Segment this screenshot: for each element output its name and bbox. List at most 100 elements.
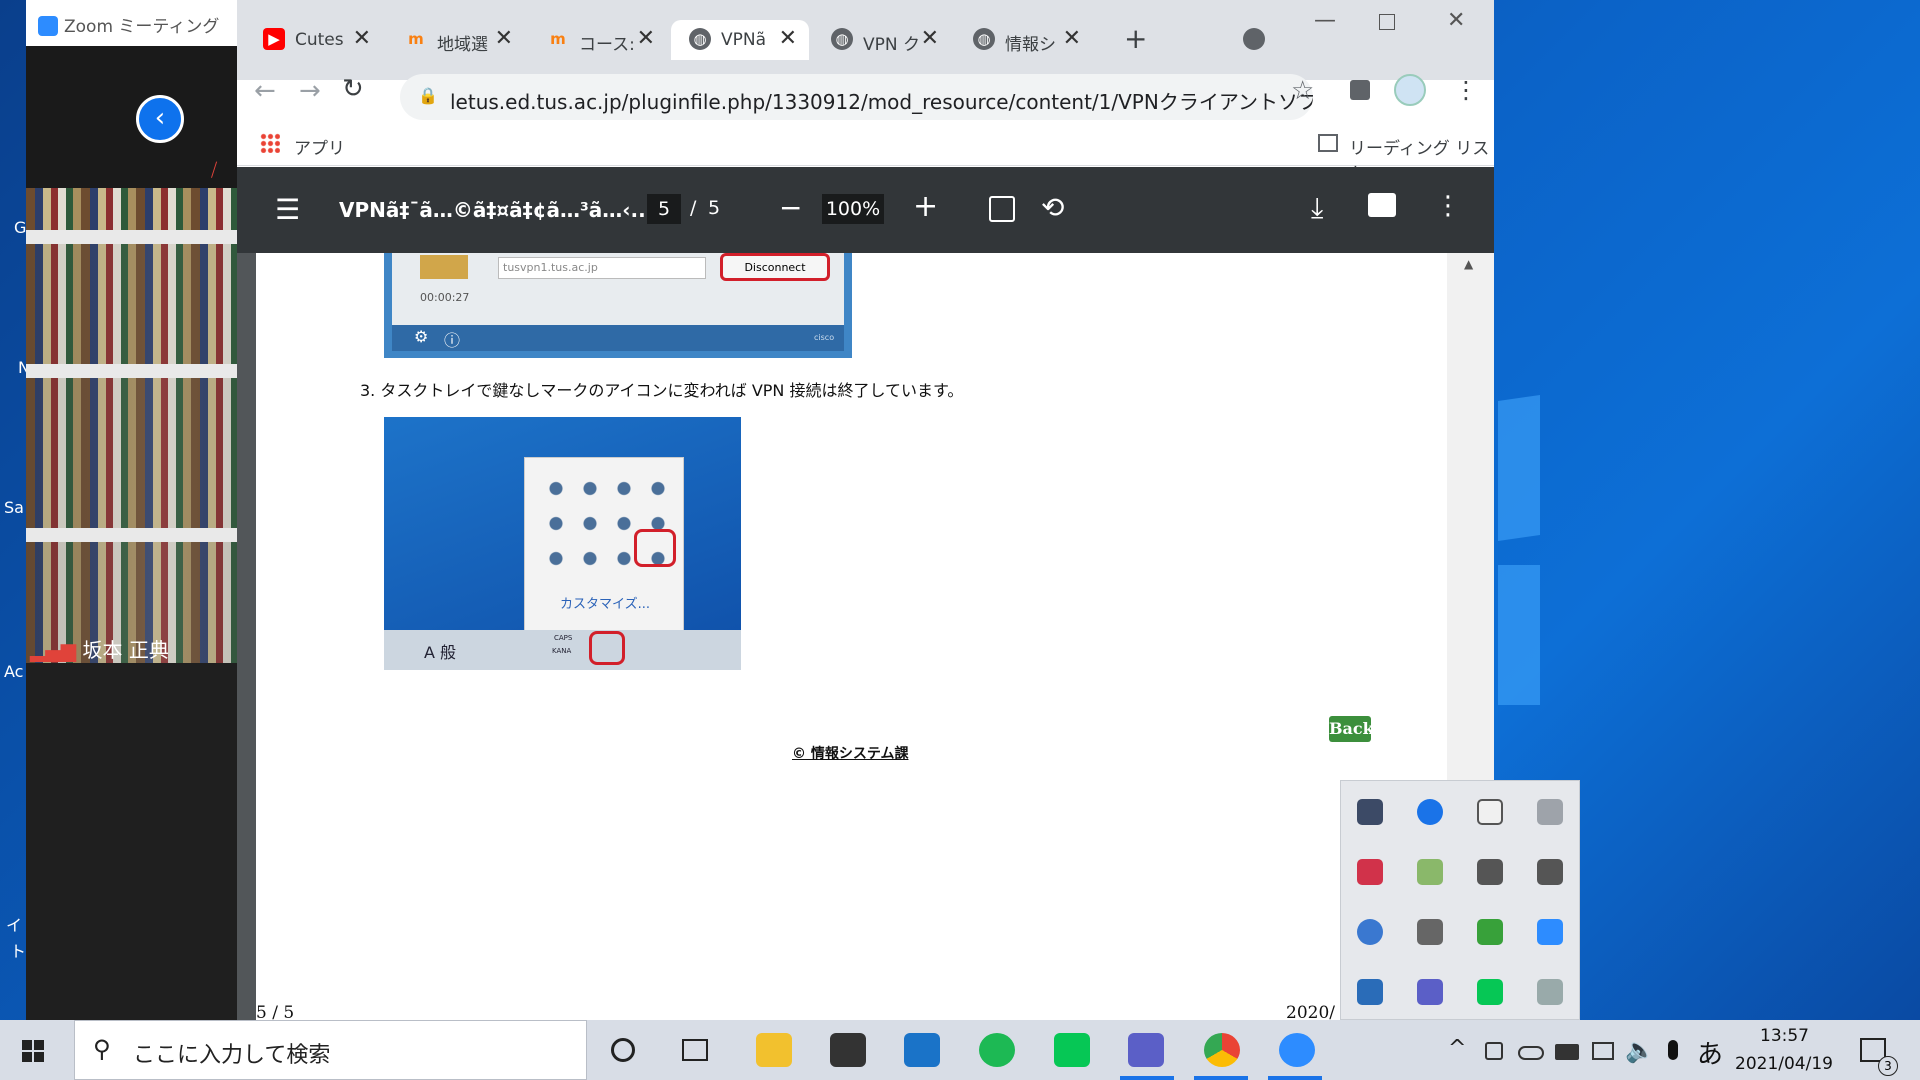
line-tray-icon[interactable]	[1477, 979, 1503, 1005]
monitor-tray-icon[interactable]	[1357, 799, 1383, 825]
store-icon[interactable]	[830, 1033, 866, 1067]
active-app-indicator	[1268, 1076, 1322, 1080]
check-drive-tray-icon[interactable]	[1417, 859, 1443, 885]
globe-tray-icon[interactable]	[1357, 919, 1383, 945]
bookmarks-bar: アプリ リーディング リスト	[237, 124, 1494, 184]
close-icon[interactable]: ✕	[637, 26, 655, 51]
forward-icon[interactable]: →	[299, 76, 321, 106]
url-text: letus.ed.tus.ac.jp/pluginfile.php/133091…	[450, 90, 1313, 114]
zoom-out-button[interactable]: −	[779, 191, 802, 224]
new-tab-button[interactable]: +	[1124, 22, 1147, 55]
anyconnect-screenshot: tusvpn1.tus.ac.jp Disconnect 00:00:27 ⚙ …	[384, 253, 852, 358]
notification-count: 3	[1878, 1056, 1898, 1076]
zoom-app-icon[interactable]	[1279, 1033, 1315, 1067]
clock-date[interactable]: 2021/04/19	[1735, 1054, 1833, 1074]
file-explorer-icon[interactable]	[756, 1033, 792, 1067]
teams-tray-icon[interactable]	[1417, 979, 1443, 1005]
ime-mode[interactable]: あ	[1697, 1034, 1723, 1071]
mail-icon[interactable]	[904, 1033, 940, 1067]
extensions-icon[interactable]	[1350, 80, 1370, 100]
bird-tray-icon[interactable]	[1417, 919, 1443, 945]
more-options-icon[interactable]: ⋮	[1435, 191, 1461, 221]
menu-icon[interactable]: ⋮	[1454, 76, 1478, 104]
wired-network-icon[interactable]	[1592, 1042, 1614, 1060]
network-tray-icon[interactable]	[1477, 859, 1503, 885]
red-app-tray-icon[interactable]	[1357, 859, 1383, 885]
back-button[interactable]: Back	[1329, 716, 1374, 742]
tab-moodle-2[interactable]: m コース: ✕	[529, 20, 667, 60]
volume-icon[interactable]: 🔈	[1625, 1036, 1655, 1064]
microphone-icon[interactable]	[1668, 1040, 1678, 1060]
close-icon[interactable]: ✕	[1063, 26, 1081, 51]
tab-search-icon[interactable]	[1243, 28, 1265, 50]
pdf-title: VPNã‡¯ã…©ã‡¤ã‡¢ã…³ã…‹...	[339, 198, 654, 222]
tab-label: Cutes	[295, 30, 344, 50]
active-app-indicator	[1194, 1076, 1248, 1080]
cortana-icon[interactable]	[611, 1038, 635, 1062]
desktop-icon-label[interactable]: Ac	[4, 662, 23, 681]
close-icon[interactable]: ✕	[353, 26, 371, 51]
reload-icon[interactable]: ↻	[342, 74, 364, 104]
zoom-in-button[interactable]: +	[913, 189, 938, 224]
download-icon[interactable]: ⤓	[1311, 191, 1323, 225]
bluetooth-tray-icon[interactable]	[1417, 799, 1443, 825]
tab-moodle-1[interactable]: m 地域選 ✕	[387, 20, 525, 60]
desktop-icon-label[interactable]: ト	[10, 938, 26, 962]
rotate-icon[interactable]: ⟲	[1041, 191, 1064, 224]
profile-avatar[interactable]	[1394, 74, 1426, 106]
reading-list-icon[interactable]	[1318, 134, 1338, 152]
sync-tray-icon[interactable]	[1357, 979, 1383, 1005]
desktop-icon-label[interactable]: Sa	[4, 498, 24, 517]
desktop-icon-label[interactable]: G	[14, 218, 26, 237]
task-view-icon[interactable]	[682, 1039, 708, 1061]
sidebar-menu-icon[interactable]: ☰	[275, 193, 300, 226]
close-icon[interactable]: ✕	[495, 26, 513, 51]
zoom-tray-icon[interactable]	[1537, 919, 1563, 945]
star-icon[interactable]: ☆	[1291, 76, 1314, 106]
tasktray-screenshot: カスタマイズ... A 般 CAPS KANA	[384, 417, 741, 670]
vpn-lock-tray-icon[interactable]	[1537, 979, 1563, 1005]
tab-strip: ▶ Cutes ✕ m 地域選 ✕ m コース: ✕ ◍ VPNã ✕ ◍ VPN ク ✕ ◍ 情報シ…	[237, 0, 1494, 80]
clock-time[interactable]: 13:57	[1760, 1026, 1809, 1046]
minimize-button[interactable]: —	[1314, 8, 1336, 33]
tray-network-icon[interactable]	[1485, 1042, 1503, 1060]
desktop-icon-label[interactable]: イ	[6, 912, 22, 936]
start-windows-icon[interactable]	[22, 1040, 44, 1062]
show-hidden-icons-chevron[interactable]: ^	[1448, 1036, 1466, 1061]
vpn-folder-icon	[420, 255, 468, 279]
taskbar-search[interactable]: ⚲ ここに入力して検索	[74, 1020, 587, 1080]
zoom-title-bar[interactable]: Zoom ミーティング	[26, 0, 237, 46]
page-input[interactable]: 5	[647, 194, 681, 224]
chrome-icon[interactable]	[1204, 1033, 1240, 1067]
onedrive-icon[interactable]	[1518, 1046, 1544, 1060]
r-app-tray-icon[interactable]	[1537, 799, 1563, 825]
line-icon[interactable]	[1054, 1033, 1090, 1067]
back-icon[interactable]: ←	[254, 76, 276, 106]
print-icon[interactable]	[1368, 193, 1396, 217]
mic-muted-icon: ⧸	[211, 160, 218, 181]
close-window-button[interactable]: ✕	[1447, 8, 1465, 33]
zoom-top-panel	[26, 46, 237, 188]
zoom-level[interactable]: 100%	[822, 194, 884, 224]
fit-page-icon[interactable]	[989, 196, 1015, 222]
address-bar[interactable]: 🔒 letus.ed.tus.ac.jp/pluginfile.php/1330…	[400, 74, 1313, 120]
maximize-button[interactable]	[1379, 14, 1395, 30]
battery-icon[interactable]	[1555, 1044, 1579, 1060]
tab-vpn-pdf[interactable]: ◍ VPNã ✕	[671, 20, 809, 60]
shield-tray-icon[interactable]	[1477, 799, 1503, 825]
spotify-icon[interactable]	[979, 1033, 1015, 1067]
tab-info[interactable]: ◍ 情報シ ✕	[955, 20, 1093, 60]
teams-icon[interactable]	[1128, 1033, 1164, 1067]
tab-youtube[interactable]: ▶ Cutes ✕	[245, 20, 383, 60]
security-check-tray-icon[interactable]	[1477, 919, 1503, 945]
zoom-collapse-button[interactable]: ‹	[136, 95, 184, 143]
youtube-icon: ▶	[263, 28, 285, 50]
close-icon[interactable]: ✕	[921, 26, 939, 51]
apps-grid-icon[interactable]	[260, 133, 280, 153]
tab-vpn-2[interactable]: ◍ VPN ク ✕	[813, 20, 951, 60]
network-tray-icon[interactable]	[1537, 859, 1563, 885]
settings-icon: ⚙	[414, 327, 429, 346]
apps-link[interactable]: アプリ	[294, 134, 345, 159]
scroll-up-icon[interactable]: ▲	[1464, 257, 1473, 271]
close-icon[interactable]: ✕	[779, 26, 797, 51]
